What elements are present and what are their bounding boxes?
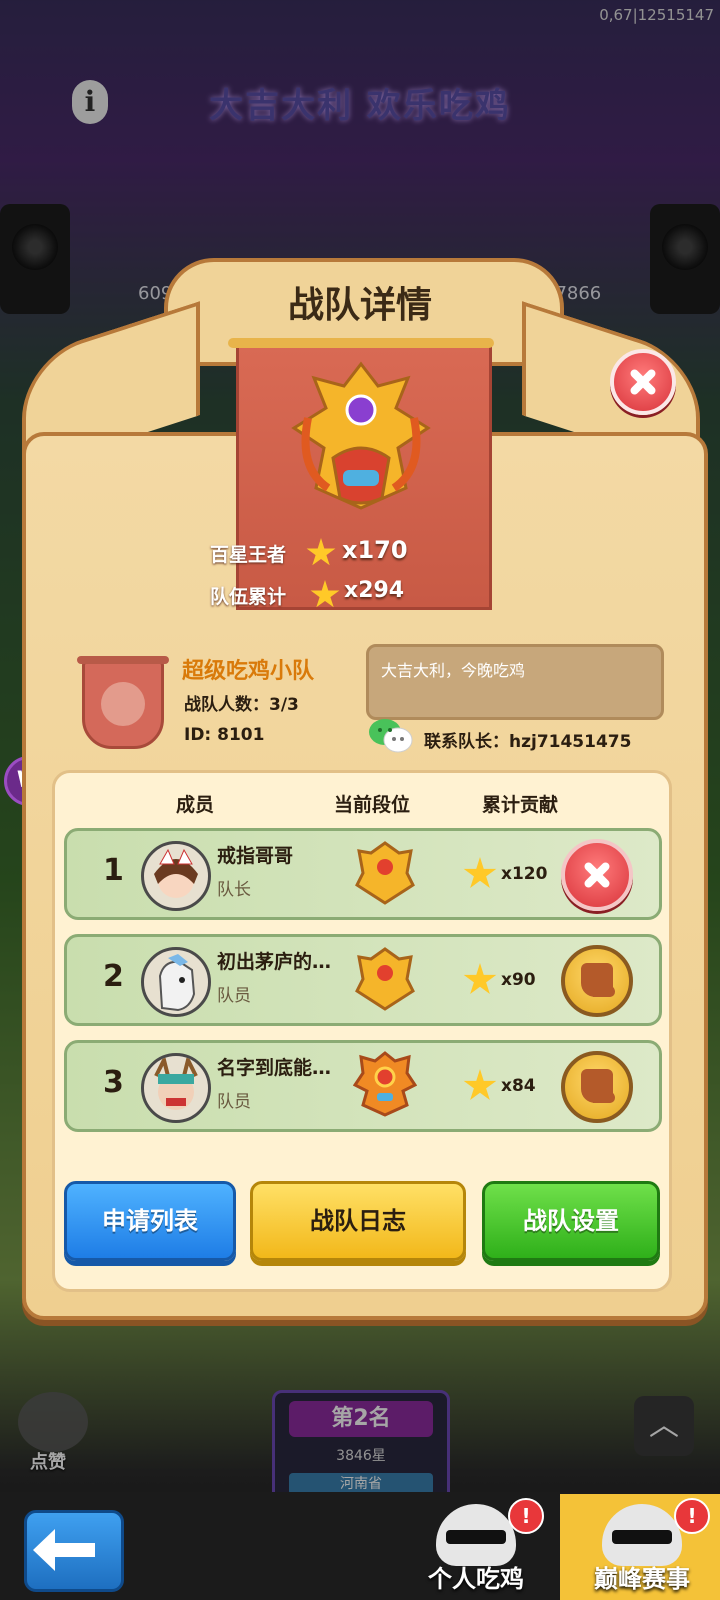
back-arrow-icon (33, 1529, 95, 1571)
apply-list-button[interactable]: 申请列表 (64, 1181, 236, 1261)
captain-contact: 联系队长：hzj71451475 (424, 732, 632, 752)
boot-icon (581, 963, 615, 997)
boot-icon (581, 1069, 615, 1103)
member-name: 名字到底能… (217, 1057, 332, 1079)
member-rank: 3 (103, 1065, 124, 1100)
tier-king-icon (353, 1051, 417, 1117)
contribution-value: x84 (501, 1076, 536, 1096)
remove-member-button[interactable] (561, 839, 633, 911)
member-name: 戒指哥哥 (217, 845, 294, 867)
tab-personal-label: 个人吃鸡 (428, 1565, 524, 1593)
avatar[interactable] (141, 841, 211, 911)
contribution-value: x120 (501, 864, 548, 884)
tab-personal[interactable]: ! 个人吃鸡 (394, 1494, 558, 1600)
contribution-value: x90 (501, 970, 536, 990)
column-header-tier: 当前段位 (334, 794, 411, 816)
member-name: 初出茅庐的… (217, 951, 332, 973)
avatar[interactable] (141, 947, 211, 1017)
team-settings-button[interactable]: 战队设置 (482, 1181, 660, 1261)
team-total-value: x294 (344, 578, 405, 603)
dialog-title: 战队详情 (287, 285, 432, 326)
tier-gold-icon (355, 947, 415, 1011)
close-button[interactable] (610, 349, 676, 415)
member-role: 队长 (217, 880, 251, 900)
team-total-label: 队伍累计 (210, 586, 287, 608)
member-row[interactable]: 2 初出茅庐的… 队员 x90 (64, 934, 662, 1026)
team-motto-box: 大吉大利，今晚吃鸡 (366, 644, 664, 720)
member-role: 队员 (217, 1092, 251, 1112)
column-header-contribution: 累计贡献 (482, 794, 559, 816)
tier-gold-icon (355, 841, 415, 905)
member-rank: 1 (103, 853, 124, 888)
member-contribution: x120 (463, 857, 547, 891)
notification-badge: ! (508, 1498, 544, 1534)
team-motto: 大吉大利，今晚吃鸡 (381, 661, 526, 680)
member-contribution: x84 (463, 1069, 536, 1103)
tab-peak-label: 巅峰赛事 (594, 1565, 690, 1593)
avatar[interactable] (141, 1053, 211, 1123)
banner-rod (228, 338, 494, 348)
team-flag-icon (77, 656, 169, 749)
kick-member-button[interactable] (561, 945, 633, 1017)
team-name: 超级吃鸡小队 (182, 659, 315, 684)
wechat-icon[interactable] (368, 718, 414, 754)
team-id: ID: 8101 (184, 725, 265, 745)
tab-peak[interactable]: ! 巅峰赛事 (560, 1494, 720, 1600)
back-button[interactable] (24, 1510, 124, 1592)
team-log-button[interactable]: 战队日志 (250, 1181, 466, 1261)
notification-badge: ! (674, 1498, 710, 1534)
star-icon (463, 963, 497, 994)
star-icon (463, 857, 497, 888)
column-header-member: 成员 (176, 794, 215, 816)
star-icon (463, 1069, 497, 1100)
king-stat-value: x170 (342, 536, 408, 564)
kick-member-button[interactable] (561, 1051, 633, 1123)
member-row[interactable]: 1 戒指哥哥 队长 x120 (64, 828, 662, 920)
team-member-count: 战队人数：3/3 (184, 695, 299, 715)
member-contribution: x90 (463, 963, 536, 997)
character-icon (602, 1504, 682, 1566)
character-icon (436, 1504, 516, 1566)
member-row[interactable]: 3 名字到底能… 队员 x84 (64, 1040, 662, 1132)
king-stat-label: 百星王者 (210, 544, 287, 566)
member-role: 队员 (217, 986, 251, 1006)
member-rank: 2 (103, 959, 124, 994)
dragon-crest-icon (291, 361, 431, 510)
